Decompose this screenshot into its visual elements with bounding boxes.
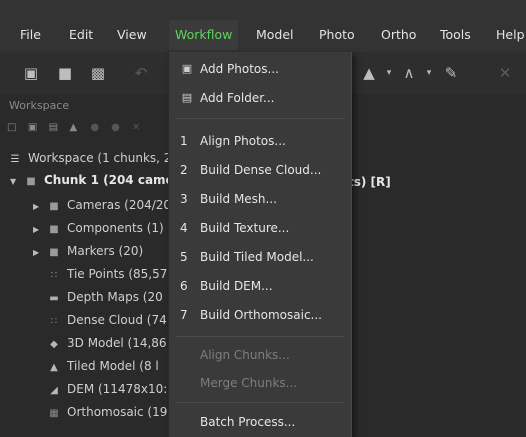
workspace-title: Workspace	[9, 99, 70, 112]
menu-item-build-dem[interactable]: 6 Build DEM...	[169, 274, 351, 298]
add-chunk-icon[interactable]: □	[7, 122, 20, 133]
expand-arrow-icon[interactable]: ▶	[33, 197, 43, 217]
folder-icon: ■	[49, 224, 59, 235]
zoom-in-icon[interactable]: ●	[90, 122, 103, 133]
undo-icon[interactable]: ↶	[132, 65, 150, 81]
menu-model[interactable]: Model	[256, 27, 294, 42]
tie-points-icon: ∷	[50, 270, 58, 281]
folder-icon: ■	[49, 201, 59, 212]
tiled-model-icon: ▲	[50, 362, 58, 373]
menu-item-build-orthomosaic[interactable]: 7 Build Orthomosaic...	[169, 303, 351, 327]
menu-workflow[interactable]: Workflow	[169, 20, 239, 50]
markers-icon[interactable]: ▲	[69, 122, 82, 133]
chunk-label-overflow: ts) [R]	[348, 175, 391, 189]
ruler-tool-icon[interactable]: ∧	[400, 65, 418, 81]
new-file-icon[interactable]: ▣	[22, 65, 40, 81]
menu-item-align-photos[interactable]: 1 Align Photos...	[169, 129, 351, 153]
menu-item-align-chunks[interactable]: Align Chunks...	[169, 343, 351, 367]
menu-ortho[interactable]: Ortho	[381, 27, 416, 42]
tree-item-cameras[interactable]: ▶ ■ Cameras (204/20	[33, 195, 171, 215]
menu-item-build-tiled-model[interactable]: 5 Build Tiled Model...	[169, 245, 351, 269]
menu-item-batch-process[interactable]: Batch Process...	[169, 410, 351, 434]
tree-item-tiled-model[interactable]: ▲ Tiled Model (8 l	[47, 356, 159, 376]
tree-item-orthomosaic[interactable]: ▦ Orthomosaic (19	[47, 402, 167, 422]
workspace-icon: ☰	[10, 154, 20, 165]
add-folder-icon[interactable]: ▤	[49, 122, 62, 133]
workspace-toolbar: □ ▣ ▤ ▲ ● ● ✕	[7, 119, 149, 133]
menu-edit[interactable]: Edit	[69, 27, 93, 42]
tree-item-dense-cloud[interactable]: ∷ Dense Cloud (74	[47, 310, 167, 330]
menu-tools[interactable]: Tools	[440, 27, 471, 42]
model-icon: ◆	[50, 339, 58, 350]
workflow-menu: ▣ Add Photos... ▤ Add Folder... 1 Align …	[168, 52, 352, 437]
ruler-dropdown-icon[interactable]: ▾	[420, 65, 438, 81]
menu-help[interactable]: Help	[496, 27, 525, 42]
tree-item-dem[interactable]: ◢ DEM (11478x10:	[47, 379, 167, 399]
tree-item-depth-maps[interactable]: ▬ Depth Maps (20	[47, 287, 162, 307]
menu-separator	[175, 336, 345, 337]
menu-item-build-mesh[interactable]: 3 Build Mesh...	[169, 187, 351, 211]
add-photos-icon[interactable]: ▣	[28, 122, 41, 133]
menu-view[interactable]: View	[117, 27, 147, 42]
menu-photo[interactable]: Photo	[319, 27, 355, 42]
add-folder-icon: ▤	[181, 91, 193, 104]
tree-chunk[interactable]: ▼ ■ Chunk 1 (204 came	[10, 170, 174, 190]
navigation-tool-icon[interactable]: ▲	[360, 65, 378, 81]
tree-item-markers[interactable]: ▶ ■ Markers (20)	[33, 241, 143, 261]
menu-item-build-texture[interactable]: 4 Build Texture...	[169, 216, 351, 240]
close-icon[interactable]: ✕	[496, 65, 514, 81]
open-folder-icon[interactable]: ■	[56, 65, 74, 81]
collapse-arrow-icon[interactable]: ▼	[10, 172, 20, 192]
expand-arrow-icon[interactable]: ▶	[33, 220, 43, 240]
navigation-dropdown-icon[interactable]: ▾	[380, 65, 398, 81]
tree-item-components[interactable]: ▶ ■ Components (1)	[33, 218, 164, 238]
chunk-icon: ■	[26, 176, 36, 187]
expand-arrow-icon[interactable]: ▶	[33, 243, 43, 263]
save-icon[interactable]: ▩	[89, 65, 107, 81]
dem-icon: ◢	[50, 385, 58, 396]
depth-maps-icon: ▬	[49, 293, 59, 304]
add-photos-icon: ▣	[181, 62, 193, 75]
menu-separator	[175, 402, 345, 403]
remove-icon[interactable]: ✕	[132, 122, 145, 133]
folder-icon: ■	[49, 247, 59, 258]
brush-tool-icon[interactable]: ✎	[442, 65, 460, 81]
zoom-out-icon[interactable]: ●	[111, 122, 124, 133]
menu-item-merge-chunks[interactable]: Merge Chunks...	[169, 371, 351, 395]
menu-item-add-folder[interactable]: ▤ Add Folder...	[169, 86, 351, 110]
menu-item-build-dense-cloud[interactable]: 2 Build Dense Cloud...	[169, 158, 351, 182]
menu-bar: File Edit View Workflow Model Photo Orth…	[0, 0, 526, 52]
menu-separator	[175, 118, 345, 119]
tree-root[interactable]: ☰ Workspace (1 chunks, 20	[8, 148, 180, 168]
menu-item-add-photos[interactable]: ▣ Add Photos...	[169, 57, 351, 81]
dense-cloud-icon: ∷	[50, 316, 58, 327]
menu-file[interactable]: File	[20, 27, 41, 42]
orthomosaic-icon: ▦	[49, 408, 59, 419]
tree-item-tie-points[interactable]: ∷ Tie Points (85,57	[47, 264, 168, 284]
tree-item-3d-model[interactable]: ◆ 3D Model (14,86	[47, 333, 166, 353]
